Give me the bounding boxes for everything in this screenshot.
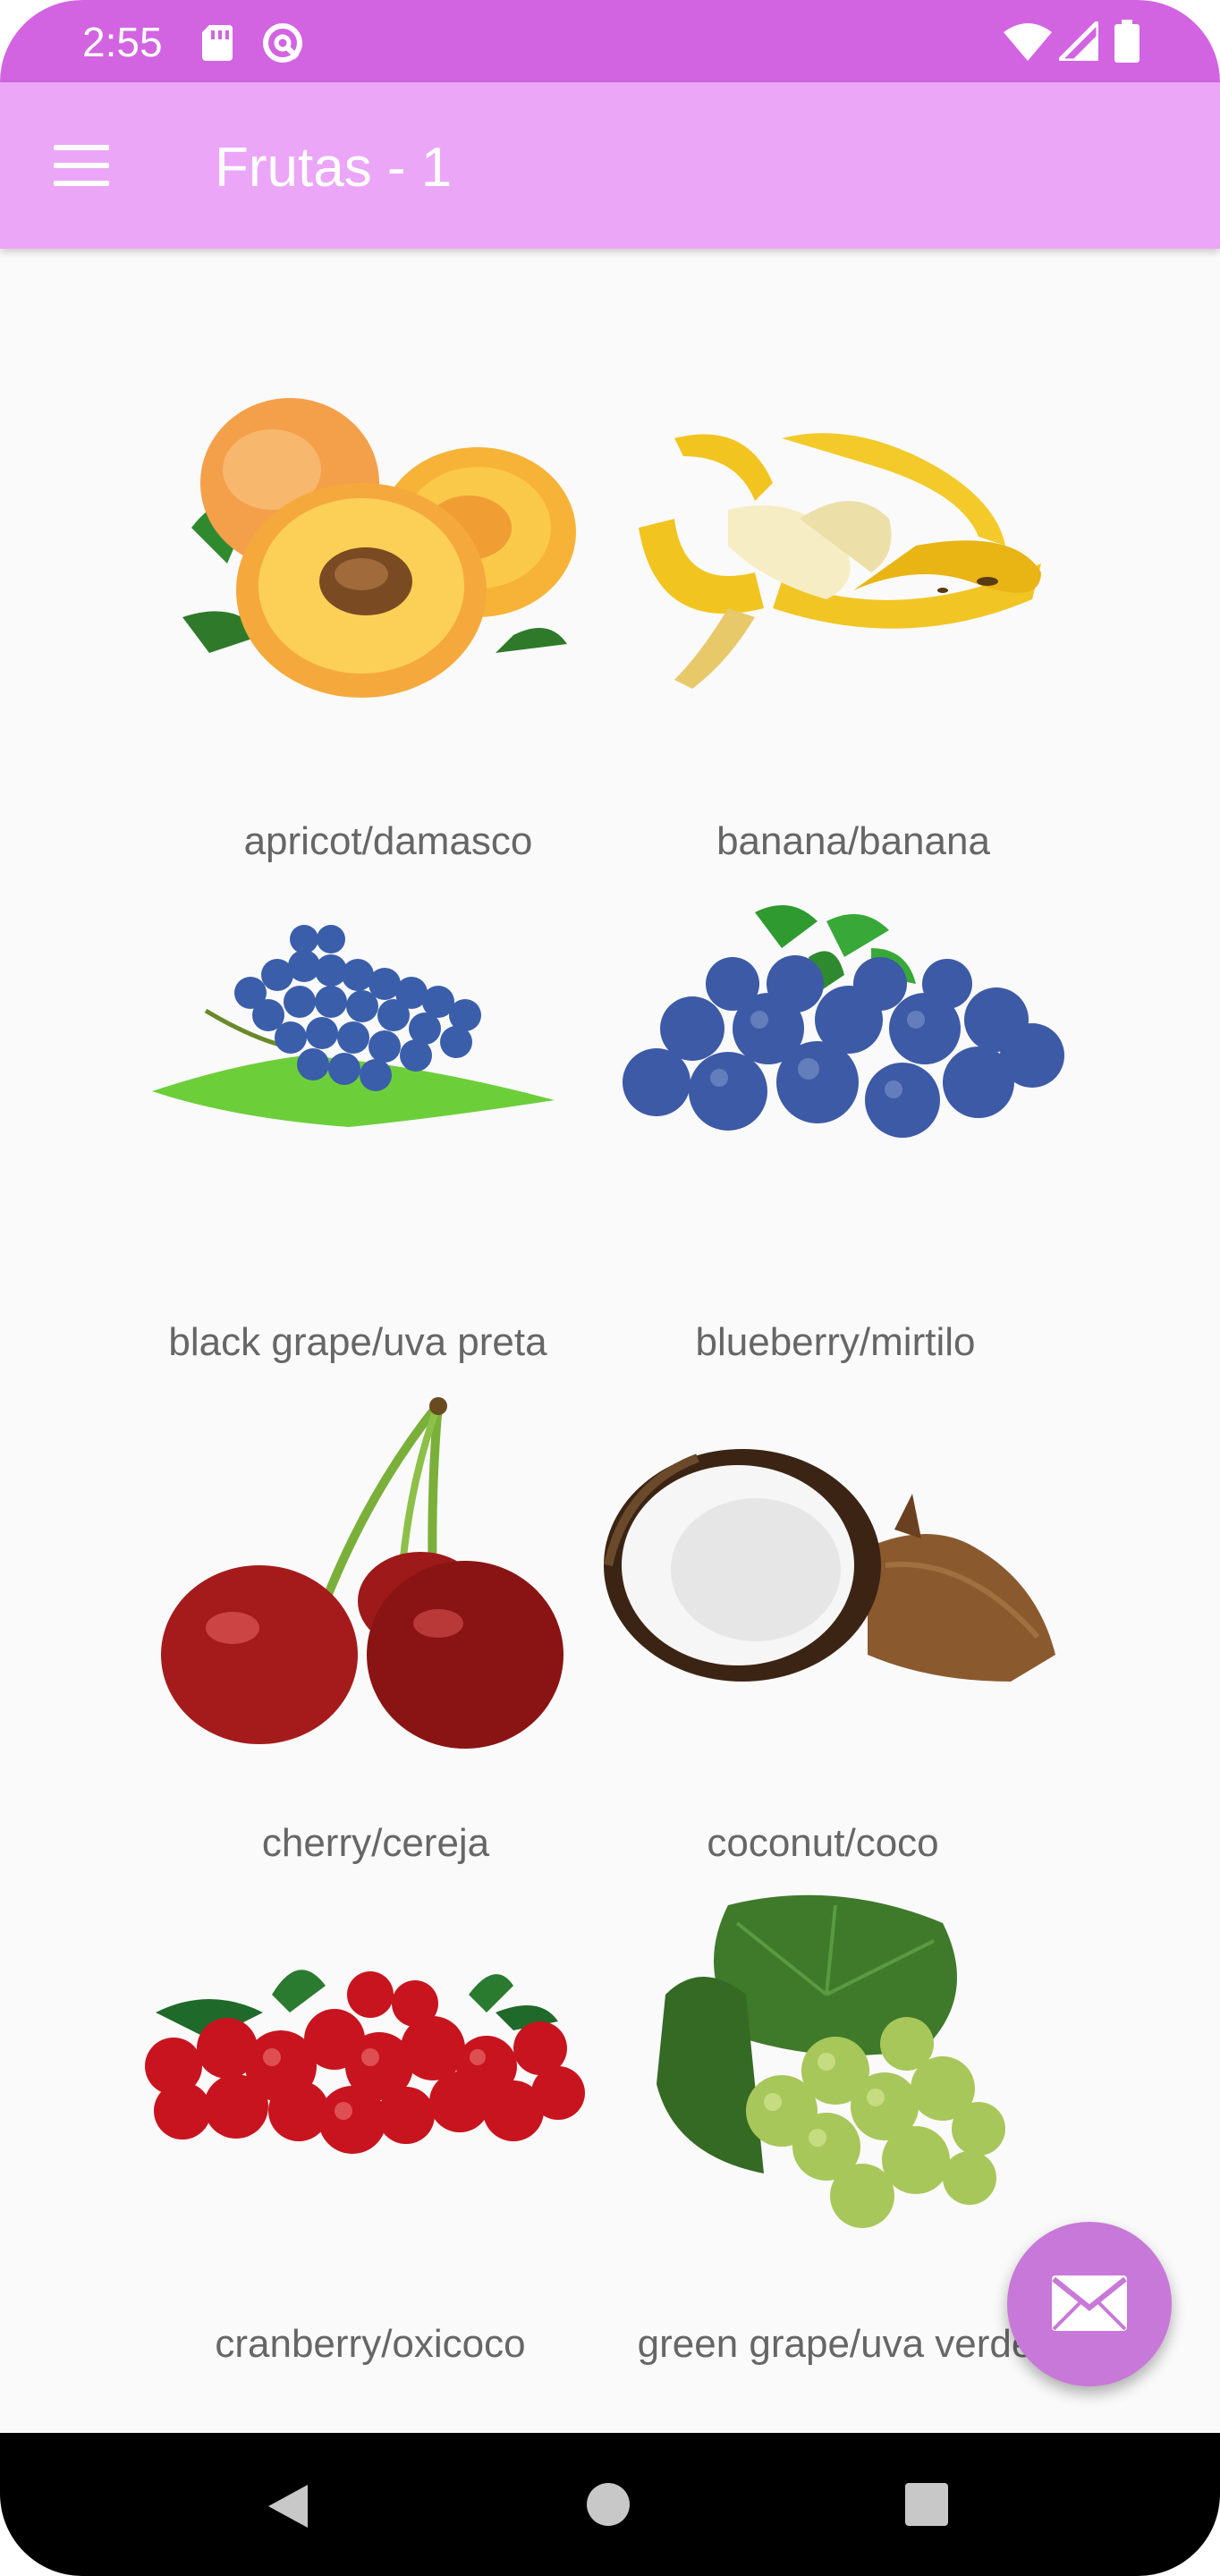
coconut-image	[604, 1449, 1055, 1682]
home-icon[interactable]	[587, 2483, 630, 2526]
fruit-tile-blueberry[interactable]: blueberry/mirtilo	[603, 886, 1068, 1386]
fruit-tile-cranberry[interactable]: cranberry/oxicoco	[138, 1887, 603, 2388]
wifi-icon	[1004, 23, 1052, 61]
fruit-grid: apricot/damasco banana/banana black grap…	[0, 249, 1220, 2433]
cherry-image	[161, 1397, 563, 1749]
status-time: 2:55	[82, 19, 163, 65]
mail-fab-button[interactable]	[1007, 2222, 1172, 2386]
navigation-bar	[0, 2433, 1220, 2576]
menu-icon[interactable]	[54, 145, 109, 186]
fruit-label: banana/banana	[716, 819, 990, 863]
banana-image	[639, 433, 1041, 689]
app-screen: 2:55 Frutas - 1 apricot/damasco banana/b…	[0, 0, 1220, 2576]
sd-card-icon	[202, 25, 233, 61]
fruit-tile-banana[interactable]: banana/banana	[621, 385, 1086, 886]
page-title: Frutas - 1	[215, 137, 453, 199]
fruit-label: black grape/uva preta	[168, 1320, 547, 1364]
mail-icon	[1052, 2275, 1127, 2331]
fruit-tile-cherry[interactable]: cherry/cereja	[143, 1386, 608, 1887]
fruit-label: cherry/cereja	[261, 1821, 490, 1865]
fruit-tile-apricot[interactable]: apricot/damasco	[156, 385, 621, 886]
status-bar: 2:55	[0, 0, 1220, 82]
cranberry-image	[145, 1970, 585, 2154]
apricot-image	[182, 398, 576, 698]
signal-icon	[1059, 21, 1098, 61]
black-grape-image	[152, 925, 555, 1127]
battery-icon	[1114, 20, 1140, 63]
back-icon[interactable]	[265, 2483, 311, 2529]
recents-icon[interactable]	[905, 2483, 948, 2526]
app-bar: Frutas - 1	[0, 82, 1220, 249]
fruit-tile-black-grape[interactable]: black grape/uva preta	[125, 886, 590, 1386]
q-icon	[263, 23, 302, 63]
blueberry-image	[623, 905, 1064, 1138]
fruit-tile-green-grape[interactable]: green grape/uva verde	[603, 1887, 1068, 2388]
fruit-label: cranberry/oxicoco	[215, 2322, 526, 2366]
green-grape-image	[657, 1894, 1005, 2228]
fruit-tile-coconut[interactable]: coconut/coco	[590, 1386, 1055, 1887]
fruit-label: coconut/coco	[707, 1821, 939, 1865]
fruit-label: apricot/damasco	[243, 819, 533, 863]
fruit-label: blueberry/mirtilo	[695, 1320, 976, 1364]
fruit-label: green grape/uva verde	[637, 2322, 1034, 2366]
